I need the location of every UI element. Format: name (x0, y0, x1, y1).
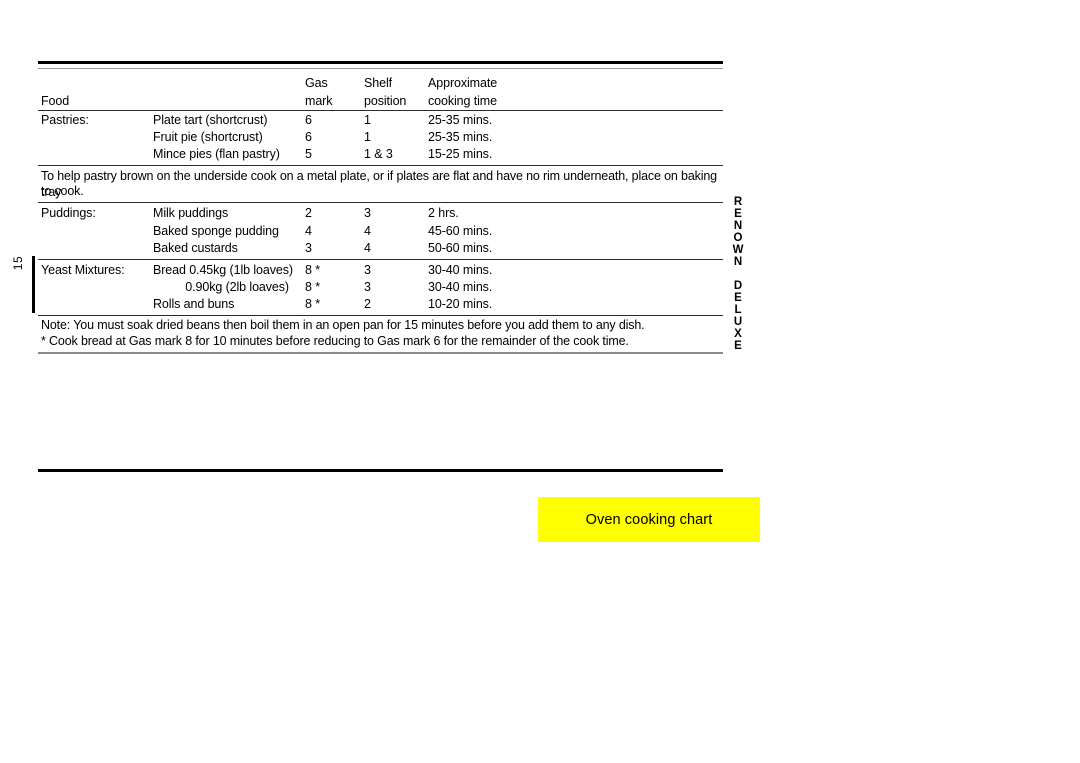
table-row-shelf: 1 (364, 130, 371, 144)
header-time-line1: Approximate (428, 76, 498, 90)
table-row-time: 10-20 mins. (428, 297, 493, 311)
table-row-time: 30-40 mins. (428, 263, 493, 277)
header-gas-line1: Gas (305, 76, 328, 90)
section-label-yeast-mixtures: Yeast Mixtures: (41, 263, 125, 277)
table-row-gas: 4 (305, 224, 312, 238)
bread-note: * Cook bread at Gas mark 8 for 10 minute… (41, 334, 629, 348)
page-number: 15 (11, 255, 25, 271)
table-row-shelf: 2 (364, 297, 371, 311)
banner-label: Oven cooking chart (585, 511, 713, 528)
pastries-bottom-rule (38, 165, 723, 166)
table-row-gas: 6 (305, 113, 312, 127)
table-row-item: 0.90kg (2lb loaves) (185, 280, 289, 294)
oven-cooking-chart-banner: Oven cooking chart (538, 497, 760, 542)
table-row-shelf: 3 (364, 280, 371, 294)
table-row-gas: 2 (305, 206, 312, 220)
table-row-item: Plate tart (shortcrust) (153, 113, 268, 127)
section-label-pastries: Pastries: (41, 113, 89, 127)
puddings-top-rule (38, 202, 723, 203)
document-page: Gas Shelf Approximate Food mark position… (0, 0, 1080, 763)
table-row-gas: 6 (305, 130, 312, 144)
table-row-gas: 8 * (305, 280, 320, 294)
header-bottom-rule (38, 110, 723, 111)
header-gas-line2: mark (305, 94, 333, 108)
table-row-shelf: 1 (364, 113, 371, 127)
yeast-bottom-rule (38, 315, 723, 316)
table-row-item: Rolls and buns (153, 297, 235, 311)
table-bottom-rule (38, 352, 723, 354)
table-row-time: 25-35 mins. (428, 113, 493, 127)
table-row-gas: 3 (305, 241, 312, 255)
table-row-shelf: 1 & 3 (364, 147, 393, 161)
side-title-renown-deluxe: RENOWN DELUXE (732, 196, 744, 352)
table-row-time: 15-25 mins. (428, 147, 493, 161)
page-marker-bar (32, 256, 35, 313)
header-food: Food (41, 94, 70, 108)
table-row-item: Milk puddings (153, 206, 229, 220)
header-time-line2: cooking time (428, 94, 497, 108)
table-row-time: 50-60 mins. (428, 241, 493, 255)
banner-divider-rule (38, 469, 723, 472)
table-row-shelf: 3 (364, 263, 371, 277)
table-row-shelf: 4 (364, 241, 371, 255)
header-shelf-line1: Shelf (364, 76, 392, 90)
yeast-top-rule (38, 259, 723, 260)
table-row-shelf: 4 (364, 224, 371, 238)
section-label-puddings: Puddings: (41, 206, 96, 220)
table-row-item: Mince pies (flan pastry) (153, 147, 280, 161)
table-row-gas: 5 (305, 147, 312, 161)
table-row-item: Fruit pie (shortcrust) (153, 130, 263, 144)
table-row-gas: 8 * (305, 263, 320, 277)
beans-note: Note: You must soak dried beans then boi… (41, 318, 645, 332)
table-row-gas: 8 * (305, 297, 320, 311)
header-shelf-line2: position (364, 94, 407, 108)
pastry-note-line2: to cook. (41, 184, 84, 198)
table-top-rule (38, 61, 723, 64)
table-row-time: 45-60 mins. (428, 224, 493, 238)
table-row-shelf: 3 (364, 206, 371, 220)
table-row-item: Baked sponge pudding (153, 224, 279, 238)
table-row-time: 25-35 mins. (428, 130, 493, 144)
table-row-time: 30-40 mins. (428, 280, 493, 294)
table-row-item: Baked custards (153, 241, 238, 255)
table-top-rule-secondary (38, 68, 723, 69)
table-row-time: 2 hrs. (428, 206, 459, 220)
table-row-item: Bread 0.45kg (1lb loaves) (153, 263, 293, 277)
